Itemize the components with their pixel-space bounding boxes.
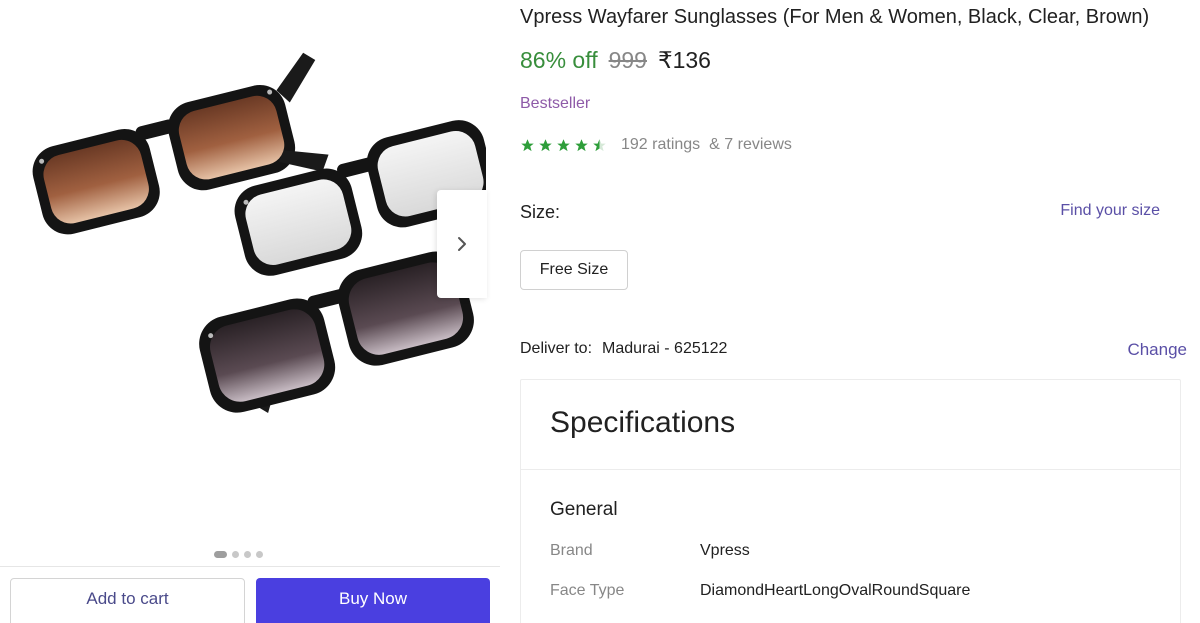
gallery-dot-3[interactable] bbox=[244, 551, 251, 558]
gallery-pagination bbox=[214, 551, 263, 558]
spec-row: Brand Vpress bbox=[550, 542, 750, 560]
spec-group-title: General bbox=[550, 499, 618, 520]
star-rating bbox=[520, 138, 607, 153]
gallery-dot-2[interactable] bbox=[232, 551, 239, 558]
spec-row: Face Type DiamondHeartLongOvalRoundSquar… bbox=[550, 582, 970, 600]
divider bbox=[521, 469, 1180, 470]
original-price: 999 bbox=[608, 47, 647, 73]
specifications-card: Specifications General Brand Vpress Face… bbox=[520, 379, 1181, 623]
discount-percentage: 86% off bbox=[520, 47, 598, 73]
gallery-dot-1[interactable] bbox=[214, 551, 227, 558]
half-star-icon bbox=[593, 138, 606, 151]
chevron-right-icon bbox=[458, 237, 466, 251]
star-icon bbox=[557, 138, 570, 151]
star-icon bbox=[575, 138, 588, 151]
gallery-next-button[interactable] bbox=[437, 190, 487, 298]
reviews-count[interactable]: & 7 reviews bbox=[709, 136, 792, 154]
delivery-location: Madurai - 625122 bbox=[602, 340, 728, 357]
deliver-to-label: Deliver to: bbox=[520, 340, 593, 357]
delivery-row: Deliver to: Madurai - 625122 bbox=[520, 340, 727, 358]
size-label: Size: bbox=[520, 202, 561, 222]
specifications-title: Specifications bbox=[550, 406, 736, 439]
product-gallery: Add to cart Buy Now bbox=[0, 0, 500, 623]
gallery-dot-4[interactable] bbox=[256, 551, 263, 558]
rating-row[interactable]: 192 ratings & 7 reviews bbox=[520, 136, 792, 154]
product-image[interactable] bbox=[0, 20, 486, 440]
product-title: Vpress Wayfarer Sunglasses (For Men & Wo… bbox=[520, 6, 1150, 28]
price-row: 86% off 999 ₹136 bbox=[520, 47, 711, 74]
spec-key: Face Type bbox=[550, 582, 625, 599]
change-location-link[interactable]: Change bbox=[1127, 340, 1187, 360]
selling-price: ₹136 bbox=[657, 47, 711, 73]
spec-value: Vpress bbox=[700, 542, 750, 559]
add-to-cart-button[interactable]: Add to cart bbox=[10, 578, 245, 623]
star-icon bbox=[539, 138, 552, 151]
size-option-free-size[interactable]: Free Size bbox=[520, 250, 628, 290]
action-bar: Add to cart Buy Now bbox=[0, 566, 500, 623]
bestseller-badge: Bestseller bbox=[520, 95, 591, 112]
ratings-count[interactable]: 192 ratings bbox=[621, 136, 700, 154]
star-icon bbox=[521, 138, 534, 151]
spec-value: DiamondHeartLongOvalRoundSquare bbox=[700, 582, 971, 599]
spec-key: Brand bbox=[550, 542, 593, 559]
find-your-size-link[interactable]: Find your size bbox=[1060, 202, 1160, 220]
buy-now-button[interactable]: Buy Now bbox=[256, 578, 490, 623]
